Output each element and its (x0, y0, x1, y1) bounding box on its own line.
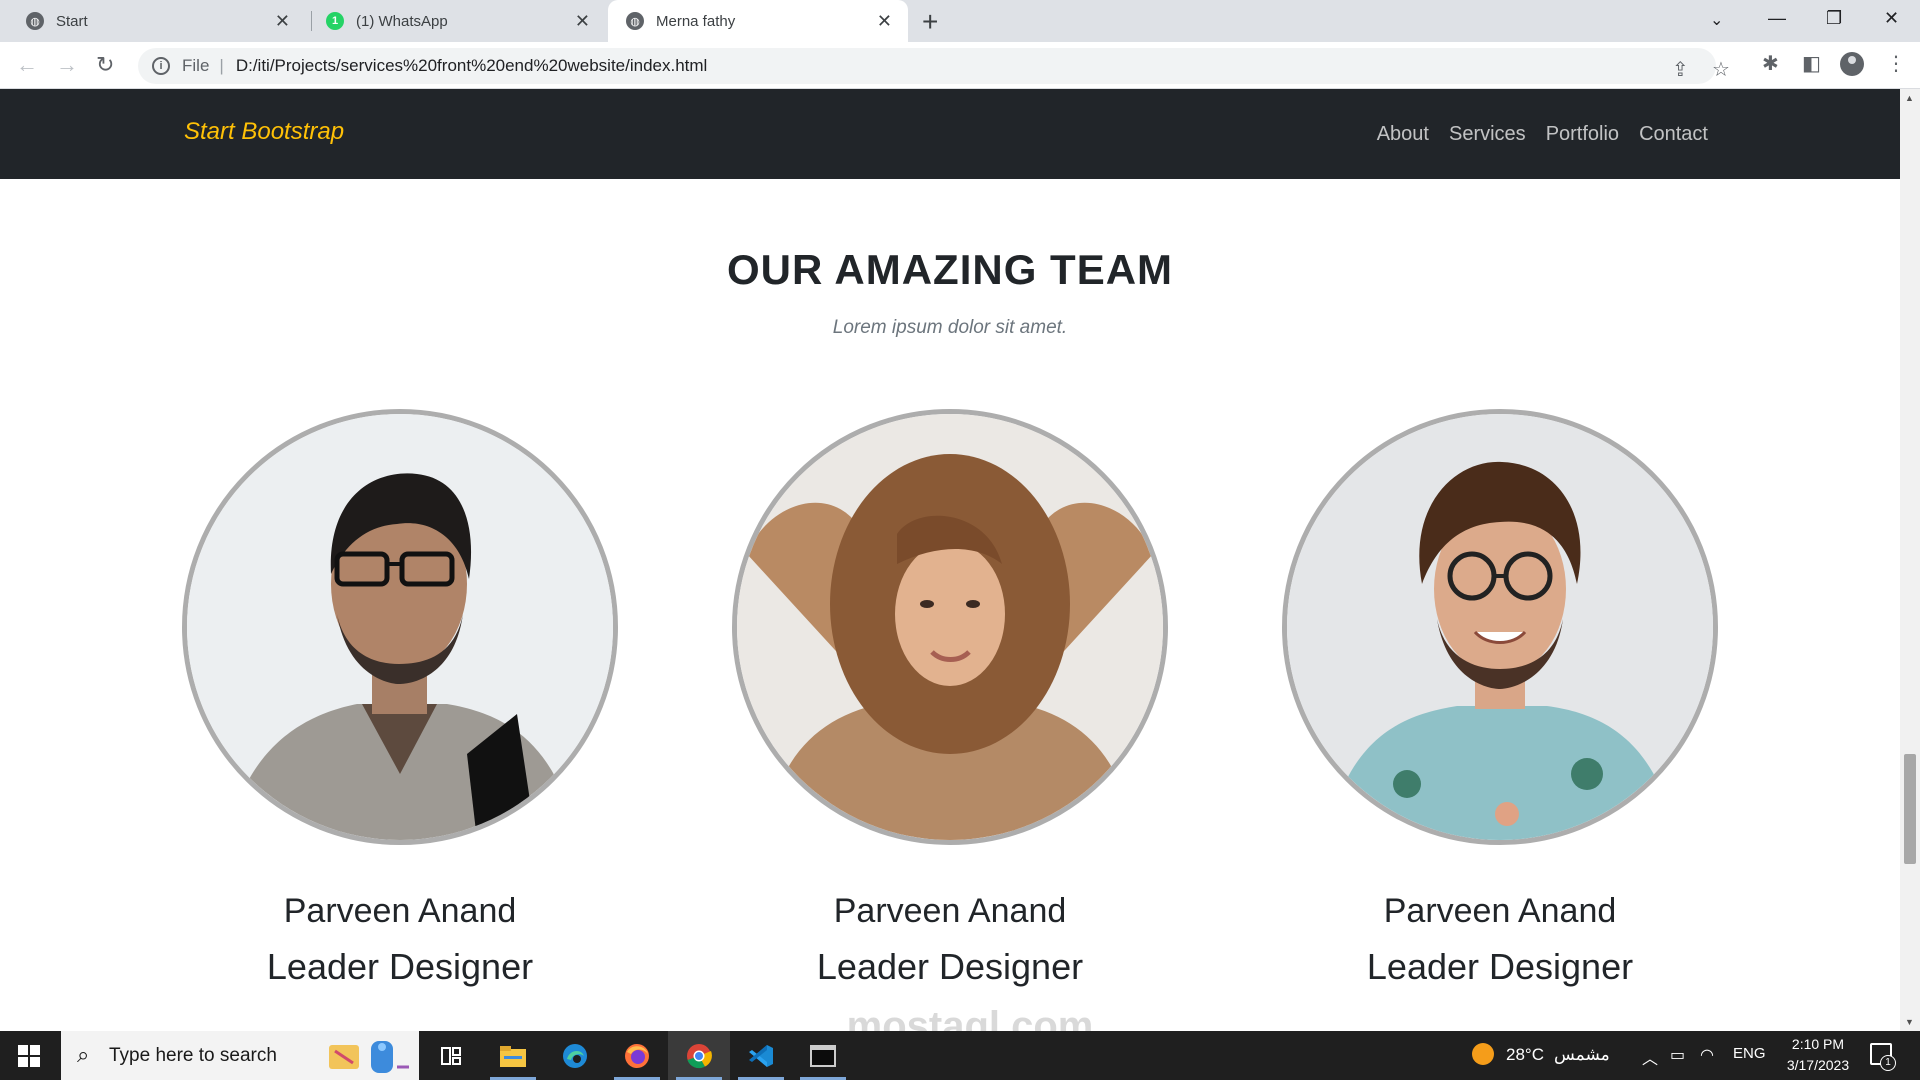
search-highlight-illustration-icon (329, 1041, 409, 1073)
tab-start[interactable]: ◍ Start ✕ (0, 0, 306, 42)
nav-link-contact[interactable]: Contact (1639, 123, 1708, 146)
input-language[interactable]: ENG (1733, 1045, 1766, 1062)
team-member-card: Parveen Anand Leader Designer (732, 409, 1172, 1019)
section-title: OUR AMAZING TEAM (726, 246, 1174, 293)
bookmark-star-icon[interactable]: ☆ (1712, 57, 1730, 82)
menu-kebab-icon[interactable]: ⋮ (1886, 51, 1906, 76)
scrollbar-thumb[interactable] (1904, 754, 1916, 864)
back-arrow-icon[interactable]: ← (16, 52, 38, 78)
chrome-icon[interactable] (668, 1031, 730, 1080)
team-member-photo (182, 409, 618, 845)
clock-date: 3/17/2023 (1786, 1057, 1850, 1073)
team-member-photo (732, 409, 1168, 845)
tab-merna-fathy[interactable]: ◍ Merna fathy ✕ (608, 0, 908, 42)
close-tab-icon[interactable]: ✕ (575, 11, 590, 31)
vscode-icon[interactable] (730, 1031, 792, 1080)
globe-icon: ◍ (626, 12, 644, 30)
watermark: mostaql.com (846, 1004, 1094, 1031)
weather-sun-icon[interactable] (1470, 1041, 1496, 1072)
notification-count-badge: 1 (1880, 1055, 1896, 1071)
system-clock[interactable]: 2:10 PM 3/17/2023 (1772, 1034, 1864, 1076)
minimize-icon[interactable]: — (1768, 8, 1786, 29)
show-hidden-icons-chevron-icon[interactable]: ︿ (1642, 1045, 1658, 1069)
divider: | (219, 56, 224, 75)
weather-temperature[interactable]: 28°C (1506, 1045, 1544, 1065)
member-name: Parveen Anand (1383, 892, 1617, 930)
side-panel-icon[interactable]: ◧ (1802, 51, 1821, 76)
profile-avatar-icon[interactable] (1840, 52, 1864, 76)
firefox-icon[interactable] (606, 1031, 668, 1080)
taskbar-search-box[interactable]: ⌕ Type here to search (61, 1031, 419, 1080)
edge-browser-icon[interactable] (544, 1031, 606, 1080)
woman-curly-hair-portrait-icon (737, 414, 1163, 840)
nav-link-services[interactable]: Services (1449, 123, 1526, 146)
terminal-icon[interactable] (792, 1031, 854, 1080)
page-viewport: Start Bootstrap About Services Portfolio… (0, 89, 1900, 1031)
close-tab-icon[interactable]: ✕ (877, 11, 892, 31)
whatsapp-icon: 1 (326, 12, 344, 30)
search-icon: ⌕ (77, 1042, 90, 1067)
nav-link-portfolio[interactable]: Portfolio (1546, 123, 1619, 146)
team-member-photo (1282, 409, 1718, 845)
wifi-icon[interactable]: ◠ (1700, 1045, 1714, 1065)
smiling-man-curly-hair-portrait-icon (1287, 414, 1713, 840)
windows-taskbar: ⌕ Type here to search 28°C مشمس ︿ ▭ ◠ EN… (0, 1031, 1920, 1080)
task-view-icon[interactable] (420, 1031, 482, 1080)
member-role: Leader Designer (816, 946, 1084, 987)
man-with-glasses-portrait-icon (187, 414, 613, 840)
browser-toolbar: ← → ↻ i File | D:/iti/Projects/services%… (0, 42, 1920, 89)
member-name: Parveen Anand (283, 892, 517, 930)
site-navbar: Start Bootstrap About Services Portfolio… (0, 89, 1900, 179)
forward-arrow-icon[interactable]: → (56, 52, 78, 78)
windows-start-icon[interactable] (18, 1045, 40, 1067)
info-icon[interactable]: i (152, 57, 170, 75)
tab-title: Start (56, 12, 88, 30)
scroll-up-arrow-icon[interactable]: ▲ (1905, 93, 1914, 103)
member-role: Leader Designer (1366, 946, 1634, 987)
page-scrollbar[interactable]: ▲ ▼ (1900, 89, 1920, 1031)
nav-links: About Services Portfolio Contact (1377, 123, 1708, 146)
globe-icon: ◍ (26, 12, 44, 30)
battery-icon[interactable]: ▭ (1670, 1045, 1685, 1065)
member-role: Leader Designer (266, 946, 534, 987)
section-subtitle: Lorem ipsum dolor sit amet. (832, 317, 1068, 338)
team-member-card: Parveen Anand Leader Designer (1282, 409, 1722, 1019)
extensions-puzzle-icon[interactable]: ✱ (1762, 51, 1779, 76)
search-placeholder: Type here to search (109, 1044, 277, 1066)
navbar-brand[interactable]: Start Bootstrap (184, 118, 344, 146)
url-text[interactable]: D:/iti/Projects/services%20front%20end%2… (236, 56, 708, 76)
close-tab-icon[interactable]: ✕ (275, 11, 290, 31)
address-bar[interactable]: i File | D:/iti/Projects/services%20fron… (138, 48, 1730, 84)
member-name: Parveen Anand (833, 892, 1067, 930)
tab-title: Merna fathy (656, 12, 736, 30)
file-explorer-icon[interactable] (482, 1031, 544, 1080)
scheme-label: File (182, 56, 210, 75)
new-tab-plus-icon[interactable]: + (922, 6, 938, 38)
tab-whatsapp[interactable]: 1 (1) WhatsApp ✕ (306, 0, 606, 42)
window-close-icon[interactable]: ✕ (1884, 8, 1899, 29)
scroll-down-arrow-icon[interactable]: ▼ (1905, 1017, 1914, 1027)
team-member-card: Parveen Anand Leader Designer (182, 409, 622, 1019)
tab-title: (1) WhatsApp (356, 12, 448, 30)
weather-condition[interactable]: مشمس (1554, 1045, 1610, 1065)
clock-time: 2:10 PM (1791, 1036, 1845, 1052)
share-icon[interactable]: ⇪ (1672, 57, 1689, 82)
browser-tab-strip: ◍ Start ✕ 1 (1) WhatsApp ✕ ◍ Merna fathy… (0, 0, 1920, 42)
restore-icon[interactable]: ❐ (1826, 8, 1842, 29)
reload-icon[interactable]: ↻ (96, 52, 114, 78)
tab-search-chevron-icon[interactable]: ⌄ (1710, 10, 1723, 30)
nav-link-about[interactable]: About (1377, 123, 1429, 146)
